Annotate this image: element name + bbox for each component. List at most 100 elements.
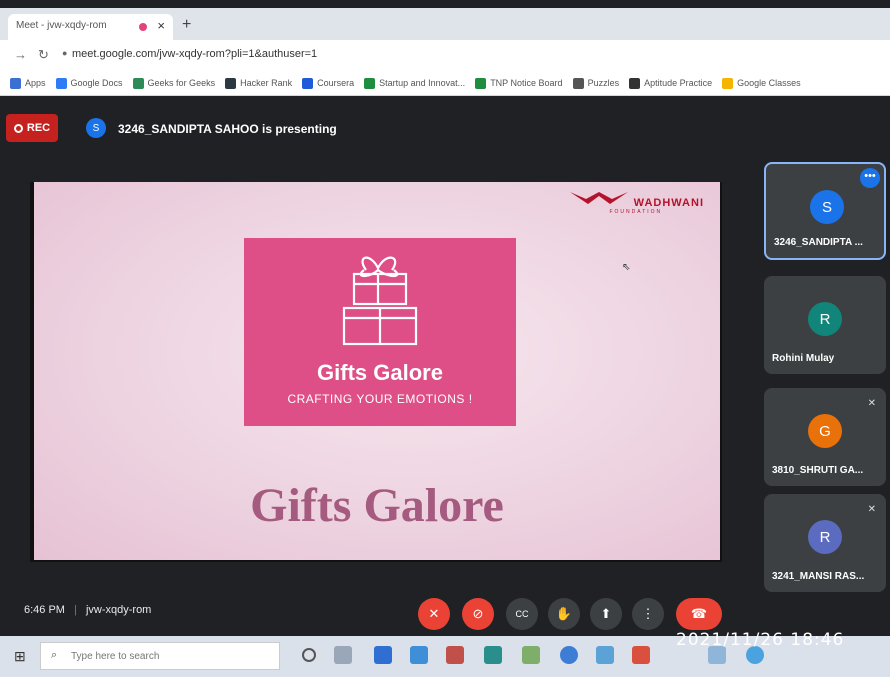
camera-off-icon: ⊘ <box>472 606 484 621</box>
address-bar: → ↻ ● meet.google.com/jvw-xqdy-rom?pli=1… <box>0 40 890 70</box>
logo-text: WADHWANI <box>633 197 704 209</box>
forward-icon[interactable]: → <box>14 47 27 62</box>
bookmark-icon <box>475 77 487 89</box>
bookmark-icon <box>364 77 376 89</box>
screen: Meet - jvw-xqdy-rom × + → ↻ ● meet.googl… <box>0 0 890 677</box>
present-button[interactable]: ⬆ <box>590 598 622 630</box>
bookmark-label: Google Classes <box>737 78 801 88</box>
brand-title: Gifts Galore <box>317 360 443 385</box>
mic-muted-icon: ✕ <box>867 398 876 409</box>
end-call-icon: ☎ <box>690 606 708 621</box>
captions-icon: CC <box>515 609 529 619</box>
bookmark-item[interactable]: Puzzles <box>572 70 620 95</box>
tab-meet[interactable]: Meet - jvw-xqdy-rom × <box>8 14 173 40</box>
bookmark-label: Coursera <box>317 78 355 88</box>
end-call-button[interactable]: ☎ <box>676 598 722 630</box>
raise-hand-button[interactable]: ✋ <box>548 598 580 630</box>
separator: | <box>74 604 77 616</box>
participant-name: Rohini Mulay <box>772 353 835 364</box>
bookmark-item[interactable]: Google Classes <box>722 70 801 95</box>
meet-window: REC S 3246_SANDIPTA SAHOO is presenting … <box>0 96 890 636</box>
participant-name: 3246_SANDIPTA ... <box>774 237 863 248</box>
bookmark-label: Hacker Rank <box>240 78 293 88</box>
bookmark-item[interactable]: Coursera <box>302 70 355 95</box>
bookmark-label: TNP Notice Board <box>490 78 563 88</box>
taskbar-app-icon[interactable] <box>446 646 464 664</box>
camera-off-button[interactable]: ⊘ <box>462 598 494 630</box>
bookmark-item[interactable]: Apps <box>10 70 46 95</box>
aptitude-icon <box>629 77 641 89</box>
tab-close-button[interactable]: × <box>157 18 165 33</box>
taskbar-app-icon[interactable] <box>632 646 650 664</box>
record-icon <box>13 123 23 133</box>
participant-tile[interactable]: R 3241_MANSI RAS... ✕ <box>764 494 886 592</box>
taskbar-app-icon[interactable] <box>484 646 502 664</box>
meeting-code: jvw-xqdy-rom <box>85 604 152 616</box>
participant-avatar: R <box>808 302 842 336</box>
new-tab-button[interactable]: + <box>182 16 191 34</box>
participant-avatar: R <box>808 520 842 554</box>
brand-tagline: CRAFTING YOUR EMOTIONS ! <box>287 392 473 406</box>
taskbar-app-icon[interactable] <box>374 646 392 664</box>
bookmark-label: Google Docs <box>70 78 123 88</box>
coursera-icon <box>302 77 314 89</box>
photo-timestamp: 2021/11/26 18:46 <box>676 630 845 650</box>
chrome-icon[interactable] <box>560 646 578 664</box>
meeting-details[interactable]: 6:46 PM | jvw-xqdy-rom <box>24 604 151 616</box>
brand-card: Gifts Galore CRAFTING YOUR EMOTIONS ! <box>244 238 516 426</box>
taskbar-app-icon[interactable] <box>410 646 428 664</box>
taskbar-app-icon[interactable] <box>522 646 540 664</box>
logo-subtext: FOUNDATION <box>609 209 663 215</box>
browser-tab-bar: Meet - jvw-xqdy-rom × + <box>0 8 890 40</box>
participant-name: 3810_SHRUTI GA... <box>772 465 864 476</box>
presenter-banner: 3246_SANDIPTA SAHOO is presenting <box>118 122 337 136</box>
windows-start-icon[interactable]: ⊞ <box>14 648 26 665</box>
docs-icon <box>55 77 67 89</box>
bookmark-item[interactable]: Aptitude Practice <box>629 70 713 95</box>
bookmark-item[interactable]: Google Docs <box>55 70 123 95</box>
hand-icon: ✋ <box>555 606 573 621</box>
bookmark-label: Startup and Innovat... <box>379 78 466 88</box>
search-placeholder: Type here to search <box>71 651 160 662</box>
url-field[interactable]: meet.google.com/jvw-xqdy-rom?pli=1&authu… <box>72 48 317 60</box>
bookmark-item[interactable]: Hacker Rank <box>225 70 293 95</box>
bookmark-item[interactable]: TNP Notice Board <box>475 70 563 95</box>
bookmark-label: Geeks for Geeks <box>147 78 216 88</box>
recording-badge: REC <box>6 114 58 142</box>
participant-name: 3241_MANSI RAS... <box>772 571 865 582</box>
taskbar-app-icon[interactable] <box>596 646 614 664</box>
participant-tile[interactable]: G 3810_SHRUTI GA... ✕ <box>764 388 886 486</box>
mic-off-button[interactable]: ✕ <box>418 598 450 630</box>
cortana-icon[interactable] <box>302 648 316 662</box>
bookmark-item[interactable]: Startup and Innovat... <box>364 70 466 95</box>
taskbar-search[interactable]: ⌕ Type here to search <box>40 642 280 670</box>
meeting-time: 6:46 PM <box>24 604 65 616</box>
participant-tile[interactable]: R Rohini Mulay <box>764 276 886 374</box>
participant-tile[interactable]: S 3246_SANDIPTA ... ••• <box>764 162 886 260</box>
slide-heading: Gifts Galore <box>250 479 504 532</box>
bookmarks-bar: Apps Google Docs Geeks for Geeks Hacker Ran… <box>0 70 890 96</box>
classroom-icon <box>722 77 734 89</box>
bookmark-label: Apps <box>25 78 46 88</box>
mic-muted-icon: ✕ <box>867 504 876 515</box>
bookmark-item[interactable]: Geeks for Geeks <box>132 70 216 95</box>
lock-icon: ● <box>62 48 68 58</box>
tile-options-icon[interactable]: ••• <box>860 168 880 188</box>
tab-title: Meet - jvw-xqdy-rom <box>16 20 107 31</box>
reload-icon[interactable]: ↻ <box>38 47 49 63</box>
captions-button[interactable]: CC <box>506 598 538 630</box>
rec-label: REC <box>26 122 51 134</box>
bookmark-label: Aptitude Practice <box>644 78 713 88</box>
gift-boxes-icon <box>342 256 418 346</box>
task-view-icon[interactable] <box>334 646 352 664</box>
gfg-icon <box>132 77 144 89</box>
presentation-stage: WADHWANI FOUNDATION ⇖ Gifts Galore CRAFT… <box>30 182 722 562</box>
more-options-button[interactable]: ⋮ <box>632 598 664 630</box>
presenter-avatar: S <box>86 118 106 138</box>
puzzles-icon <box>572 77 584 89</box>
wadhwani-wing-icon <box>569 192 628 204</box>
bookmark-label: Puzzles <box>587 78 620 88</box>
mic-off-icon: ✕ <box>428 606 440 621</box>
participant-avatar: S <box>810 190 844 224</box>
mouse-pointer-icon: ⇖ <box>622 262 631 273</box>
